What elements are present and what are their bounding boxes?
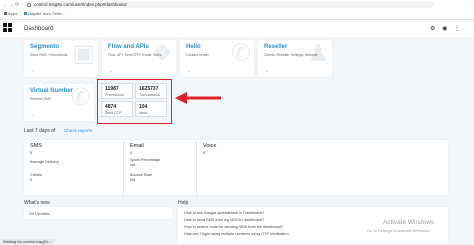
summary-voice: Voice 0 [196,140,296,195]
bounce-rate-value: NA [130,178,136,182]
stat-value: 4874 [105,104,117,110]
summary-email: Email 0 Spam Percentage NA Bounce Rate N… [124,140,196,195]
last7-label: Last 7 days of [24,128,56,134]
no-updates-box: No Updates [24,207,172,219]
phone-icon: ✆ [230,40,251,67]
stat-value: 11987 [105,86,119,92]
help-link[interactable]: How can I login using multiple numbers u… [184,232,289,236]
card-title: Hello [186,44,201,50]
summary-panel: SMS 0 Average Delivery Credits 0 Email 0… [24,140,448,195]
card-title: Virtual Number [30,88,73,94]
sms-heading: SMS [30,143,42,149]
stats-highlight-box: 11987 Promotional 1625737 Transactional … [97,79,172,124]
page-title: Dashboard [24,26,54,32]
arrow-right-icon: → [264,68,269,74]
arrow-right-icon: → [30,112,35,118]
stat-transactional[interactable]: 1625737 Transactional [135,83,167,99]
windows-watermark-subtitle: Go to Settings to activate Windows. [367,228,431,233]
sms-value: 0 [30,150,33,155]
browser-menu-icon[interactable]: ⋮ [463,2,468,8]
card-title: Reseller [264,44,288,50]
stat-send-otp[interactable]: 4874 Send OTP [101,101,133,117]
card-desc: Contact center [186,53,209,57]
browser-chrome: ← → ⟳ control.msg91.com/user/index.php#d… [0,0,474,20]
red-arrow-annotation [175,92,221,104]
card-title: Flow and APIs [108,44,149,50]
stat-value: 1625737 [139,86,159,92]
help-link[interactable]: How to search route for sending SMS from… [184,225,283,229]
whats-new-title: What's new [24,200,50,206]
credits-value: 0 [30,178,33,182]
address-bar[interactable]: control.msg91.com/user/index.php#dashboa… [24,1,434,8]
megaphone-icon: ▣ [72,40,95,67]
spam-percentage-label: Spam Percentage [130,158,161,162]
apps-icon [4,12,7,16]
bookmark-apps[interactable]: Apps [4,11,17,16]
forward-icon[interactable]: → [9,2,14,8]
bookmarks-bar: Apps Migrate from Twilio... [4,11,65,16]
stat-label: Send OTP [105,111,122,115]
stat-label: Transactional [139,93,160,97]
card-hello[interactable]: ✆ Hello Contact center → [180,40,254,77]
card-reseller[interactable]: ♟ Reseller Clients, Reseller Settings, W… [258,40,332,77]
back-icon[interactable]: ← [3,2,8,8]
stat-label: Promotional [105,93,124,97]
stat-value: 104 [139,104,148,110]
email-heading: Email [130,143,144,149]
average-delivery-label: Average Delivery [30,160,59,164]
card-desc: Receive SMS [30,97,52,101]
card-title: Segmento [30,44,60,50]
reload-icon[interactable]: ⟳ [15,2,19,8]
notification-icon[interactable]: ⚙ [430,26,435,32]
spam-percentage-value: NA [130,163,136,167]
help-link[interactable]: How to send SMS from my MSG91 dashboard? [184,218,264,222]
arrow-right-icon: → [186,68,191,74]
help-link[interactable]: How to use Google spreadsheet in Dashboa… [184,211,264,215]
bounce-rate-label: Bounce Rate [130,173,152,177]
voice-value: 0 [203,150,206,155]
no-updates-text: No Updates [29,211,51,216]
voice-heading: Voice [203,143,217,149]
bookmark-migrate[interactable]: Migrate from Twilio... [24,11,65,16]
stat-label: Inbox [139,111,148,115]
bookmark-icon [24,12,28,16]
arrow-right-icon: → [108,68,113,74]
card-desc: Flow, API, Send OTP, Email, Voice [108,53,162,57]
card-desc: Clients, Reseller Settings, Website [264,53,318,57]
card-virtual-number[interactable]: ✆ Virtual Number Receive SMS → [24,84,94,121]
help-title: Help [178,200,189,206]
card-flow-apis[interactable]: ❖ Flow and APIs Flow, API, Send OTP, Ema… [102,40,176,77]
stat-inbox[interactable]: 104 Inbox [135,101,167,117]
globe-icon[interactable]: ◉ [442,26,447,32]
card-segmento[interactable]: ▣ Segmento Send SMS, Promotional → [24,40,98,77]
browser-status-bar: Waiting for control.msg91... [0,239,55,245]
credits-label: Credits [30,173,43,177]
profile-menu-icon[interactable]: ⋮ [454,26,460,32]
check-reports-link[interactable]: Check reports [64,128,92,133]
windows-watermark-title: Activate Windows [383,219,435,226]
lock-icon [27,2,31,7]
stat-promotional[interactable]: 11987 Promotional [101,83,133,99]
summary-sms: SMS 0 Average Delivery Credits 0 [24,140,124,195]
email-value: 0 [130,150,133,155]
card-desc: Send SMS, Promotional [30,53,68,57]
phone-icon: ✆ [70,84,91,111]
url-text: control.msg91.com/user/index.php#dashboa… [34,2,127,7]
app-header: ⚙ ◉ ⋮ [0,20,474,37]
arrow-right-icon: → [30,68,35,74]
